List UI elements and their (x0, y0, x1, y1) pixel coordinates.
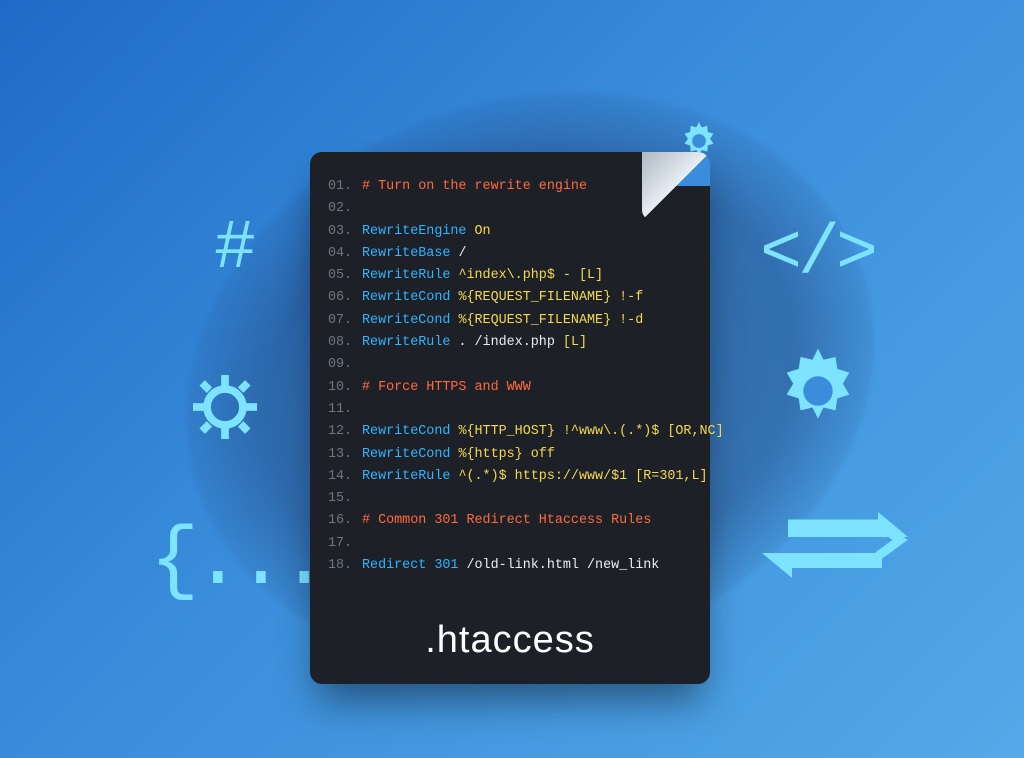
code-token: RewriteRule (362, 335, 458, 350)
gear-icon (772, 345, 864, 442)
code-token: # Common 301 Redirect Htaccess Rules (362, 513, 651, 528)
code-line: 01. # Turn on the rewrite engine (328, 176, 690, 198)
code-line: 05. RewriteRule ^index\.php$ - [L] (328, 265, 690, 287)
line-number: 01. (328, 176, 362, 198)
code-token: %{HTTP_HOST} !^www\.(.*)$ [OR,NC] (458, 424, 723, 439)
code-line: 04. RewriteBase / (328, 243, 690, 265)
code-brackets-icon: </> (760, 215, 874, 294)
code-token: / (458, 246, 466, 261)
code-line: 10. # Force HTTPS and WWW (328, 377, 690, 399)
code-line: 14. RewriteRule ^(.*)$ https://www/$1 [R… (328, 466, 690, 488)
code-token: RewriteCond (362, 424, 458, 439)
code-token: ^(.*)$ https://www/$1 [R=301,L] (458, 469, 707, 484)
line-number: 15. (328, 488, 362, 510)
line-number: 10. (328, 377, 362, 399)
htaccess-file-card: 01. # Turn on the rewrite engine02. 03. … (310, 152, 710, 684)
line-number: 17. (328, 533, 362, 555)
line-number: 07. (328, 310, 362, 332)
code-line: 17. (328, 533, 690, 555)
code-line: 15. (328, 488, 690, 510)
code-token: # Force HTTPS and WWW (362, 380, 531, 395)
code-token: ^index\.php$ - [L] (458, 268, 603, 283)
code-line: 16. # Common 301 Redirect Htaccess Rules (328, 510, 690, 532)
code-token: On (475, 224, 491, 239)
code-line: 03. RewriteEngine On (328, 221, 690, 243)
code-line: 02. (328, 198, 690, 220)
code-line: 12. RewriteCond %{HTTP_HOST} !^www\.(.*)… (328, 421, 690, 443)
code-line: 08. RewriteRule . /index.php [L] (328, 332, 690, 354)
hash-icon: # (214, 210, 256, 289)
code-token: RewriteCond (362, 313, 458, 328)
line-number: 14. (328, 466, 362, 488)
code-token: # Turn on the rewrite engine (362, 179, 587, 194)
code-token: %{REQUEST_FILENAME} !-f (458, 290, 643, 305)
code-line: 07. RewriteCond %{REQUEST_FILENAME} !-d (328, 310, 690, 332)
line-number: 09. (328, 354, 362, 376)
line-number: 08. (328, 332, 362, 354)
code-token: RewriteEngine (362, 224, 475, 239)
gear-icon (193, 375, 257, 444)
code-token: . /index.php (458, 335, 562, 350)
code-token: [L] (563, 335, 587, 350)
page-fold-corner (642, 152, 710, 220)
code-line: 11. (328, 399, 690, 421)
line-number: 18. (328, 555, 362, 577)
line-number: 13. (328, 444, 362, 466)
line-number: 03. (328, 221, 362, 243)
code-token: %{REQUEST_FILENAME} !-d (458, 313, 643, 328)
code-token: RewriteCond (362, 447, 458, 462)
line-number: 02. (328, 198, 362, 220)
code-token: /old-link.html /new_link (466, 558, 659, 573)
code-line: 18. Redirect 301 /old-link.html /new_lin… (328, 555, 690, 577)
code-token: RewriteRule (362, 268, 458, 283)
code-block: 01. # Turn on the rewrite engine02. 03. … (328, 176, 690, 577)
code-token: RewriteBase (362, 246, 458, 261)
line-number: 11. (328, 399, 362, 421)
code-token: Redirect 301 (362, 558, 466, 573)
line-number: 12. (328, 421, 362, 443)
code-token: RewriteCond (362, 290, 458, 305)
code-line: 13. RewriteCond %{https} off (328, 444, 690, 466)
code-line: 09. (328, 354, 690, 376)
line-number: 06. (328, 287, 362, 309)
line-number: 04. (328, 243, 362, 265)
line-number: 16. (328, 510, 362, 532)
code-line: 06. RewriteCond %{REQUEST_FILENAME} !-f (328, 287, 690, 309)
code-token: %{https} off (458, 447, 554, 462)
code-token: RewriteRule (362, 469, 458, 484)
file-title: .htaccess (310, 619, 710, 662)
double-arrow-icon (760, 490, 910, 605)
line-number: 05. (328, 265, 362, 287)
